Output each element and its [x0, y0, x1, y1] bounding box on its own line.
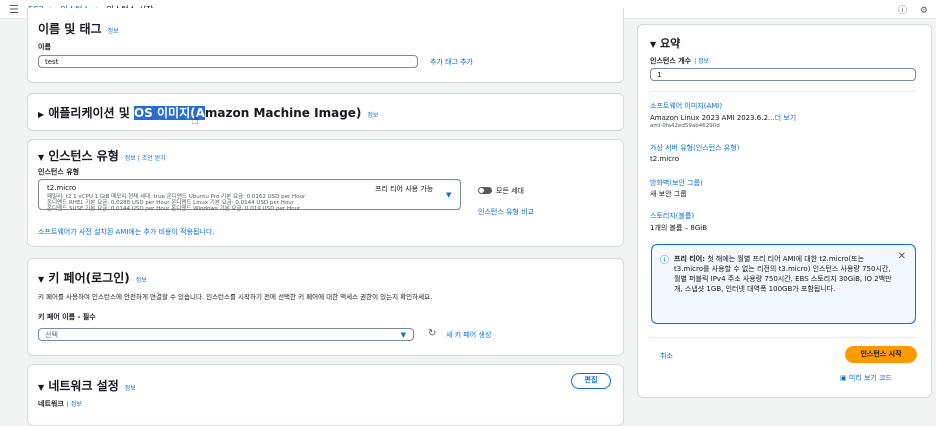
firewall-value: 새 보안 그룹: [650, 190, 687, 198]
key-pair-description: 키 페어를 사용하여 인스턴스에 안전하게 연결할 수 있습니다. 인스턴스를 …: [38, 293, 433, 301]
ami-cost-note: 소프트웨어가 사전 설치된 AMI에는 추가 비용이 적용됩니다.: [38, 228, 215, 236]
info-icon[interactable]: ⓘ: [898, 6, 907, 16]
network-panel: ▼ 네트워크 설정 정보 네트워크 | 정보: [27, 364, 624, 426]
compare-instance-types-link[interactable]: 인스턴스 유형 비교: [478, 207, 534, 217]
name-tags-panel: 이름 및 태그 정보 이름 test 추가 태그 추가: [27, 8, 624, 83]
network-label: 네트워크 | 정보: [38, 400, 82, 408]
divider: [650, 91, 916, 92]
free-tier-alert: ⓘ 프리 티어: 첫 해에는 월별 프리 티어 AMI에 대한 t2.micro…: [651, 244, 916, 324]
hand-cursor-icon: ☝: [191, 113, 199, 128]
storage-link[interactable]: 스토리지(볼륨): [650, 211, 694, 221]
key-pair-title: ▼ 키 페어(로그인) 정보: [38, 271, 147, 285]
info-link[interactable]: 정보: [125, 155, 136, 162]
preview-code-link[interactable]: ▣ 미리 보기 코드: [840, 373, 892, 383]
name-tags-title: 이름 및 태그 정보: [38, 22, 119, 36]
instance-type-details: 온디맨드 SUSE 기본 요금: 0.0144 USD per Hour 온디맨…: [47, 206, 301, 212]
summary-panel: ▼ 요약 인스턴스 개수 | 정보 1 소프트웨어 이미지(AMI) Amazon…: [637, 24, 932, 398]
instance-type-summary: t2.micro: [650, 155, 680, 163]
instance-type-select[interactable]: t2.micro 프리 티어 사용 가능 패밀리: t2 1 vCPU 1 Gi…: [38, 179, 461, 212]
instance-type-label: 인스턴스 유형: [38, 168, 80, 176]
instance-type-link[interactable]: 가상 서버 유형(인스턴스 유형): [650, 143, 739, 153]
free-tier-alert-text: 프리 티어: 첫 해에는 월별 프리 티어 AMI에 대한 t2.micro(또…: [674, 255, 892, 293]
key-pair-select[interactable]: 선택 ▼: [38, 328, 414, 341]
free-tier-badge: 프리 티어 사용 가능: [375, 185, 434, 193]
firewall-link[interactable]: 방화벽(보안 그룹): [650, 178, 703, 188]
info-link[interactable]: 정보: [367, 112, 378, 119]
instance-type-panel: ▼ 인스턴스 유형 정보 | 조언 받기 인스턴스 유형 t2.micro 프리 티…: [27, 139, 624, 247]
edit-network-button[interactable]: 편집: [571, 373, 611, 389]
settings-icon[interactable]: ⚙: [920, 6, 928, 16]
key-pair-label: 키 페어 이름 - 필수: [38, 313, 96, 321]
ami-panel: ▶ 애플리케이션 및 OS 이미지(Amazon Machine Image) 정…: [27, 93, 624, 131]
divider: [650, 337, 916, 338]
ami-title[interactable]: ▶ 애플리케이션 및 OS 이미지(Amazon Machine Image) 정…: [38, 104, 378, 121]
summary-title: ▼ 요약: [650, 37, 681, 50]
create-key-pair-link[interactable]: 새 키 페어 생성: [446, 330, 491, 340]
info-link[interactable]: 정보: [108, 28, 119, 35]
instance-count-label: 인스턴스 개수 | 정보: [650, 57, 710, 65]
info-circle-icon: ⓘ: [660, 256, 670, 266]
instance-count-input[interactable]: 1: [650, 68, 916, 81]
free-tier-alert-heading: 프리 티어:: [674, 255, 705, 263]
add-tags-link[interactable]: 추가 태그 추가: [430, 57, 473, 67]
all-generations-label: 모든 세대: [496, 187, 524, 195]
ami-id: ami-0fa42ed59ab46290d: [650, 123, 720, 129]
key-pair-panel: ▼ 키 페어(로그인) 정보 키 페어를 사용하여 인스턴스에 안전하게 연결할 …: [27, 258, 624, 356]
info-link[interactable]: | 정보: [694, 58, 709, 65]
caret-down-icon: ▼: [446, 191, 452, 199]
instance-type-title: ▼ 인스턴스 유형 정보 | 조언 받기: [38, 149, 166, 163]
refresh-icon[interactable]: ↻: [428, 328, 436, 339]
info-link[interactable]: 정보: [125, 385, 136, 392]
menu-icon[interactable]: ☰: [9, 3, 19, 16]
code-icon: ▣: [840, 374, 847, 382]
caret-down-icon: ▼: [400, 331, 406, 339]
instance-type-value: t2.micro: [47, 184, 77, 192]
info-link[interactable]: | 정보: [67, 401, 82, 408]
advice-link[interactable]: | 조언 받기: [138, 155, 166, 162]
close-icon[interactable]: ✕: [898, 251, 906, 262]
all-generations-toggle[interactable]: [478, 187, 492, 194]
more-link[interactable]: 더 보기: [775, 114, 797, 122]
info-link[interactable]: 정보: [136, 277, 147, 284]
launch-instance-button[interactable]: 인스턴스 시작: [845, 346, 917, 363]
cancel-button[interactable]: 취소: [660, 351, 673, 361]
storage-value: 1개의 볼륨 – 8GiB: [650, 224, 708, 232]
software-image-value: Amazon Linux 2023 AMI 2023.6.2...더 보기: [650, 114, 797, 122]
name-input[interactable]: test: [38, 55, 418, 68]
network-title: ▼ 네트워크 설정 정보: [38, 379, 136, 393]
software-image-link[interactable]: 소프트웨어 이미지(AMI): [650, 101, 722, 111]
name-label: 이름: [38, 43, 51, 51]
